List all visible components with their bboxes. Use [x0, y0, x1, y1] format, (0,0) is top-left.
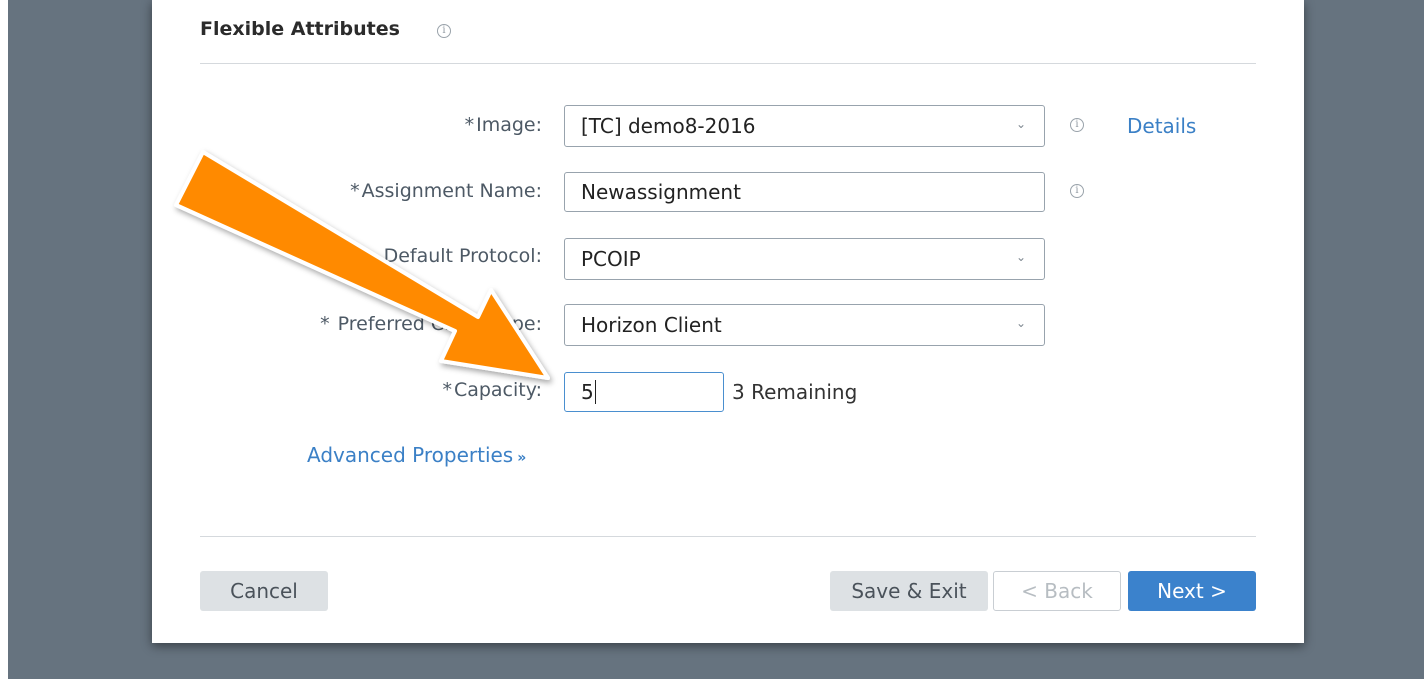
- next-button[interactable]: Next >: [1128, 571, 1256, 611]
- preferred-client-type-value: Horizon Client: [581, 313, 722, 337]
- save-exit-button[interactable]: Save & Exit: [830, 571, 988, 611]
- default-protocol-select[interactable]: PCOIP ⌄: [564, 238, 1045, 280]
- section-title: Flexible Attributes: [200, 18, 400, 40]
- preferred-client-type-select[interactable]: Horizon Client ⌄: [564, 304, 1045, 346]
- chevron-down-icon: ⌄: [1015, 316, 1026, 330]
- assignment-name-label: * Assignment Name:: [350, 180, 542, 202]
- capacity-remaining: 3 Remaining: [732, 380, 858, 404]
- default-protocol-label: Default Protocol:: [383, 245, 542, 267]
- text-cursor: [594, 380, 596, 404]
- double-chevron-down-icon: »: [517, 450, 527, 466]
- capacity-label: * Capacity:: [442, 379, 542, 401]
- preferred-client-type-label: * Preferred Client Type:: [320, 313, 542, 335]
- divider: [200, 63, 1256, 64]
- image-select[interactable]: [TC] demo8-2016 ⌄: [564, 105, 1045, 147]
- details-link[interactable]: Details: [1127, 114, 1196, 138]
- default-protocol-value: PCOIP: [581, 247, 641, 271]
- advanced-properties-link[interactable]: Advanced Properties»: [307, 443, 526, 467]
- cancel-button[interactable]: Cancel: [200, 571, 328, 611]
- info-icon[interactable]: i: [1070, 118, 1084, 132]
- chevron-down-icon: ⌄: [1015, 117, 1026, 131]
- info-icon[interactable]: i: [437, 24, 451, 38]
- info-icon[interactable]: i: [1070, 184, 1084, 198]
- image-select-value: [TC] demo8-2016: [581, 114, 756, 138]
- assignment-name-value: Newassignment: [581, 180, 741, 204]
- capacity-input[interactable]: 5: [564, 372, 724, 412]
- assignment-name-input[interactable]: Newassignment: [564, 172, 1045, 212]
- divider: [200, 536, 1256, 537]
- image-label: * Image:: [464, 114, 542, 136]
- chevron-down-icon: ⌄: [1015, 250, 1026, 264]
- capacity-value: 5: [581, 380, 594, 404]
- back-button[interactable]: < Back: [993, 571, 1121, 611]
- assignment-dialog: Flexible Attributes i * Image: [TC] demo8…: [152, 0, 1304, 643]
